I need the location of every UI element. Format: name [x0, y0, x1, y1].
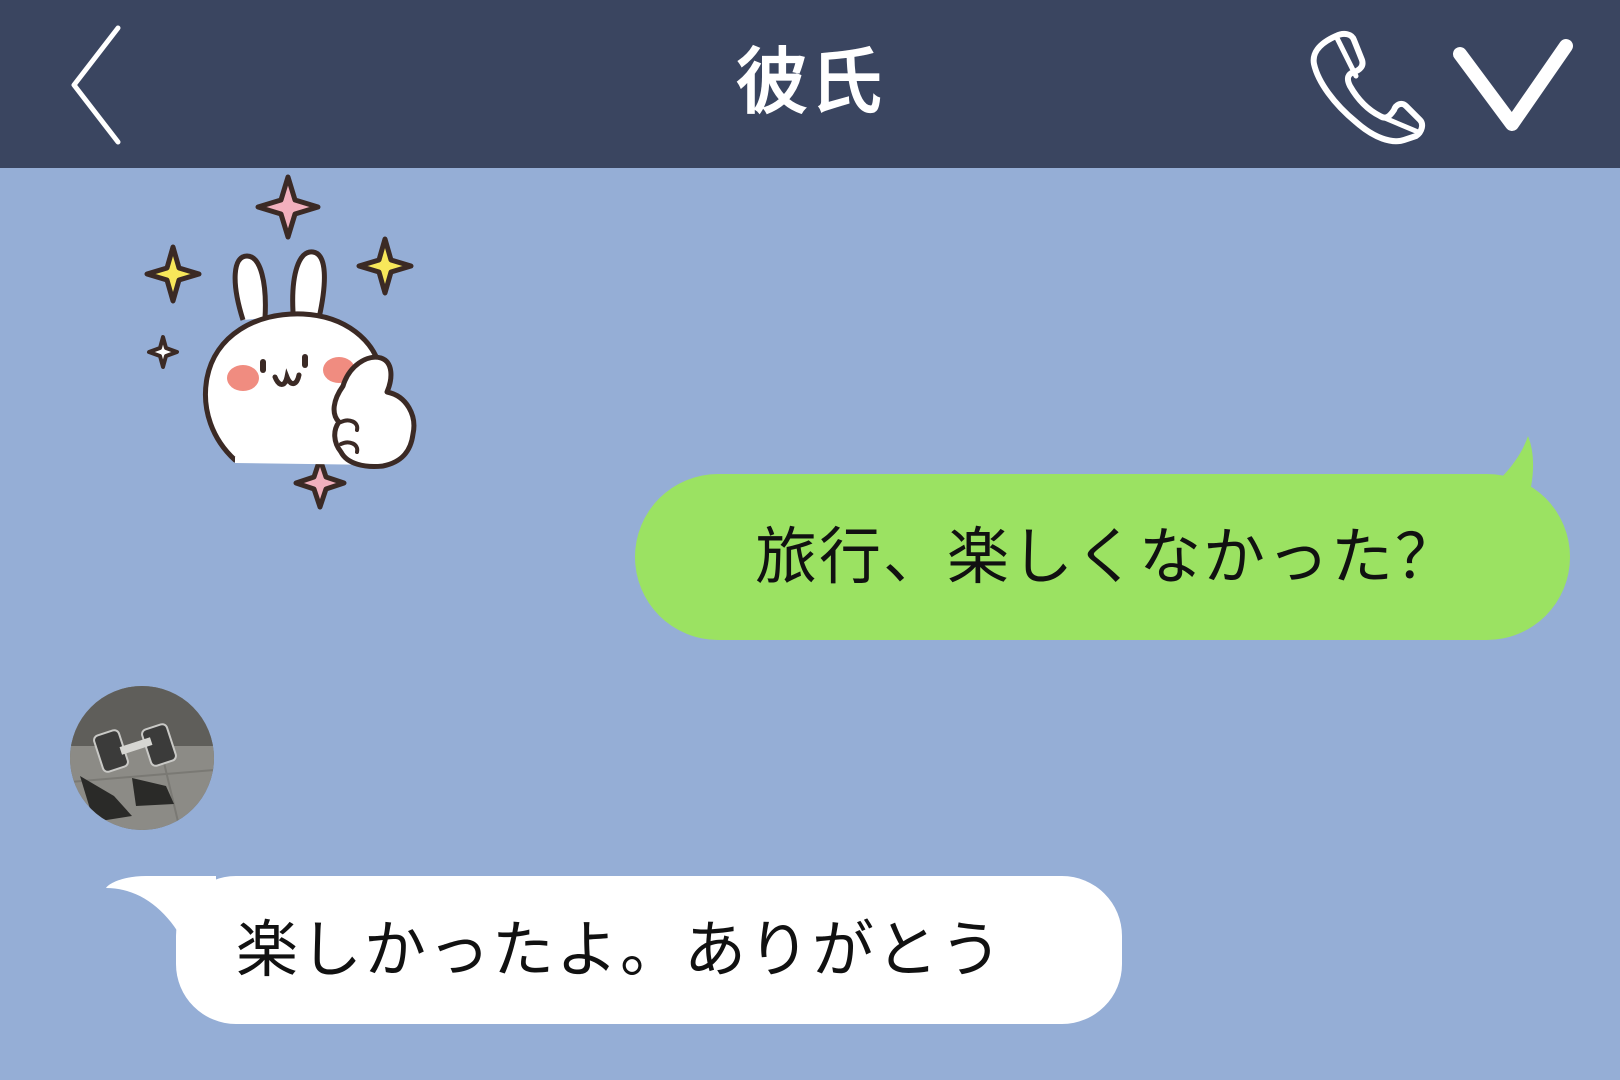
outgoing-message-bubble[interactable]: 旅行、楽しくなかった？ [635, 474, 1570, 640]
dumbbell-photo-avatar [70, 686, 214, 830]
rabbit-sticker-icon [144, 174, 417, 510]
back-button[interactable] [56, 18, 146, 152]
call-button[interactable] [1300, 28, 1428, 146]
phone-icon [1310, 30, 1426, 145]
rabbit-thumbs-up-sticker[interactable] [135, 172, 435, 512]
chat-screen: 彼氏 旅行、楽しくなかった？ 楽しかったよ。ありがとう [0, 0, 1620, 1080]
incoming-message-bubble[interactable]: 楽しかったよ。ありがとう [176, 876, 1122, 1024]
chat-header: 彼氏 [0, 0, 1620, 168]
avatar[interactable] [70, 686, 214, 830]
incoming-message-text: 楽しかったよ。ありがとう [236, 913, 1005, 986]
chevron-down-icon [1453, 39, 1573, 131]
chat-title: 彼氏 [735, 40, 884, 124]
chevron-left-icon [71, 25, 121, 145]
outgoing-message-text: 旅行、楽しくなかった？ [755, 520, 1460, 593]
menu-button[interactable] [1450, 38, 1580, 138]
